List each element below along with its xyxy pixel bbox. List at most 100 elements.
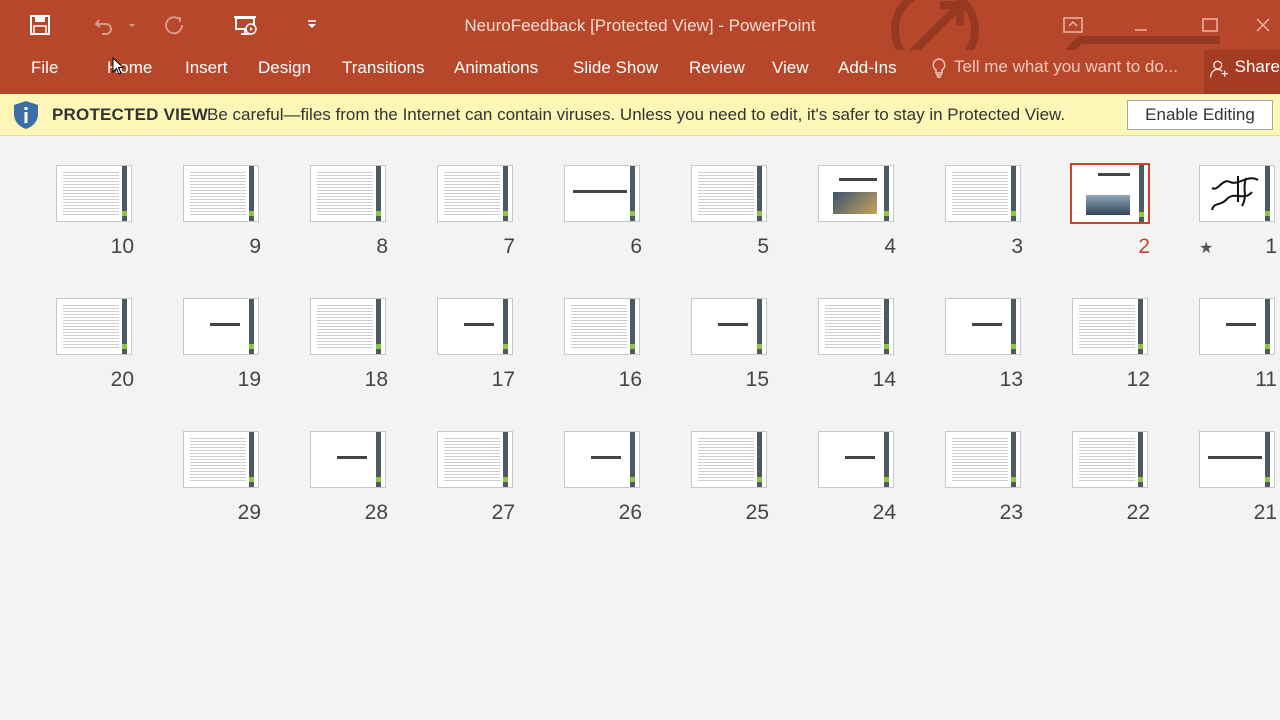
slide-preview — [1199, 165, 1275, 222]
slide-thumbnail-5[interactable]: 5 — [691, 165, 769, 258]
tab-design[interactable]: Design — [258, 50, 311, 94]
share-button[interactable]: Share — [1204, 50, 1280, 94]
title-bar: NeuroFeedback [Protected View] - PowerPo… — [0, 0, 1280, 50]
slide-number: 25 — [745, 501, 769, 524]
maximize-button[interactable] — [1187, 8, 1233, 42]
ribbon-display-icon — [1063, 17, 1083, 33]
slide-thumbnail-29[interactable]: 29 — [183, 431, 261, 524]
slide-thumbnail-22[interactable]: 22 — [1072, 431, 1150, 524]
slide-number: 2 — [1138, 235, 1150, 258]
ribbon-display-options-button[interactable] — [1050, 8, 1096, 42]
slide-thumbnail-12[interactable]: 12 — [1072, 298, 1150, 391]
slide-number: 19 — [237, 368, 261, 391]
slide-thumbnail-3[interactable]: 3 — [945, 165, 1023, 258]
tab-transitions[interactable]: Transitions — [342, 50, 425, 94]
slide-thumbnail-14[interactable]: 14 — [818, 298, 896, 391]
slide-number: 10 — [110, 235, 134, 258]
slide-preview — [183, 298, 259, 355]
slide-thumbnail-7[interactable]: 7 — [437, 165, 515, 258]
slide-preview — [437, 165, 513, 222]
slide-thumbnail-9[interactable]: 9 — [183, 165, 261, 258]
slide-thumbnail-15[interactable]: 15 — [691, 298, 769, 391]
slide-thumbnail-11[interactable]: 11 — [1199, 298, 1277, 391]
slide-preview — [818, 298, 894, 355]
slide-thumbnail-16[interactable]: 16 — [564, 298, 642, 391]
enable-editing-button[interactable]: Enable Editing — [1127, 100, 1273, 130]
slide-preview — [564, 431, 640, 488]
slide-number: 14 — [872, 368, 896, 391]
slide-thumbnail-1[interactable]: 1 ★ — [1199, 165, 1277, 258]
tab-review[interactable]: Review — [689, 50, 745, 94]
slide-number: 27 — [491, 501, 515, 524]
slide-number: 6 — [630, 235, 642, 258]
tab-insert[interactable]: Insert — [185, 50, 228, 94]
slide-preview — [691, 165, 767, 222]
slide-number: 15 — [745, 368, 769, 391]
slide-preview — [945, 298, 1021, 355]
slide-preview — [56, 165, 132, 222]
slide-preview — [945, 165, 1021, 222]
protected-view-message: Be careful—files from the Internet can c… — [207, 105, 1066, 124]
slide-thumbnail-24[interactable]: 24 — [818, 431, 896, 524]
protected-view-title: PROTECTED VIEW — [52, 105, 208, 124]
transition-star-icon[interactable]: ★ — [1199, 238, 1213, 258]
slide-thumbnail-4[interactable]: 4 — [818, 165, 896, 258]
slide-number: 13 — [999, 368, 1023, 391]
slide-number: 5 — [757, 235, 769, 258]
slide-preview — [691, 431, 767, 488]
tell-me-search[interactable]: Tell me what you want to do... — [930, 50, 1178, 94]
slide-thumbnail-21[interactable]: 21 — [1199, 431, 1277, 524]
slide-preview — [564, 298, 640, 355]
slide-number: 22 — [1126, 501, 1150, 524]
tab-view[interactable]: View — [772, 50, 809, 94]
maximize-icon — [1202, 18, 1218, 32]
slide-preview — [56, 298, 132, 355]
protected-view-bar: PROTECTED VIEW Be careful—files from the… — [0, 94, 1280, 136]
ribbon-tabs: File Home Insert Design Transitions Anim… — [0, 50, 1280, 94]
slide-preview — [310, 431, 386, 488]
slide-thumbnail-27[interactable]: 27 — [437, 431, 515, 524]
slide-preview — [437, 431, 513, 488]
slide-thumbnail-19[interactable]: 19 — [183, 298, 261, 391]
minimize-button[interactable] — [1118, 8, 1164, 42]
slide-preview — [310, 165, 386, 222]
slide-thumbnail-17[interactable]: 17 — [437, 298, 515, 391]
tab-slide-show[interactable]: Slide Show — [573, 50, 658, 94]
slide-preview — [564, 165, 640, 222]
slide-number: 11 — [1255, 368, 1277, 391]
slide-preview — [691, 298, 767, 355]
slide-thumbnail-23[interactable]: 23 — [945, 431, 1023, 524]
slide-preview — [183, 165, 259, 222]
slide-preview — [437, 298, 513, 355]
slide-thumbnail-6[interactable]: 6 — [564, 165, 642, 258]
slide-number: 9 — [249, 235, 261, 258]
slide-thumbnail-13[interactable]: 13 — [945, 298, 1023, 391]
slide-thumbnail-10[interactable]: 10 — [56, 165, 134, 258]
close-button[interactable] — [1256, 8, 1280, 42]
close-icon — [1256, 18, 1270, 32]
slide-thumbnail-18[interactable]: 18 — [310, 298, 388, 391]
slide-thumbnail-25[interactable]: 25 — [691, 431, 769, 524]
slide-thumbnail-26[interactable]: 26 — [564, 431, 642, 524]
slide-number: 28 — [364, 501, 388, 524]
slide-preview — [1072, 431, 1148, 488]
slide-thumbnail-20[interactable]: 20 — [56, 298, 134, 391]
tab-add-ins[interactable]: Add-Ins — [838, 50, 897, 94]
tab-animations[interactable]: Animations — [454, 50, 538, 94]
lightbulb-icon — [932, 58, 946, 78]
share-label: Share — [1234, 57, 1280, 76]
slide-preview — [310, 298, 386, 355]
slide-number: 1 — [1265, 235, 1277, 258]
slide-thumbnail-28[interactable]: 28 — [310, 431, 388, 524]
tab-file[interactable]: File — [31, 50, 58, 94]
slide-number: 21 — [1253, 501, 1277, 524]
slide-number: 7 — [503, 235, 515, 258]
slide-number: 29 — [237, 501, 261, 524]
slide-preview — [1199, 431, 1275, 488]
slide-number: 8 — [376, 235, 388, 258]
slide-number: 16 — [618, 368, 642, 391]
person-add-icon — [1210, 60, 1228, 78]
slide-number: 3 — [1011, 235, 1023, 258]
slide-thumbnail-8[interactable]: 8 — [310, 165, 388, 258]
slide-thumbnail-2[interactable]: 2 — [1070, 163, 1150, 258]
